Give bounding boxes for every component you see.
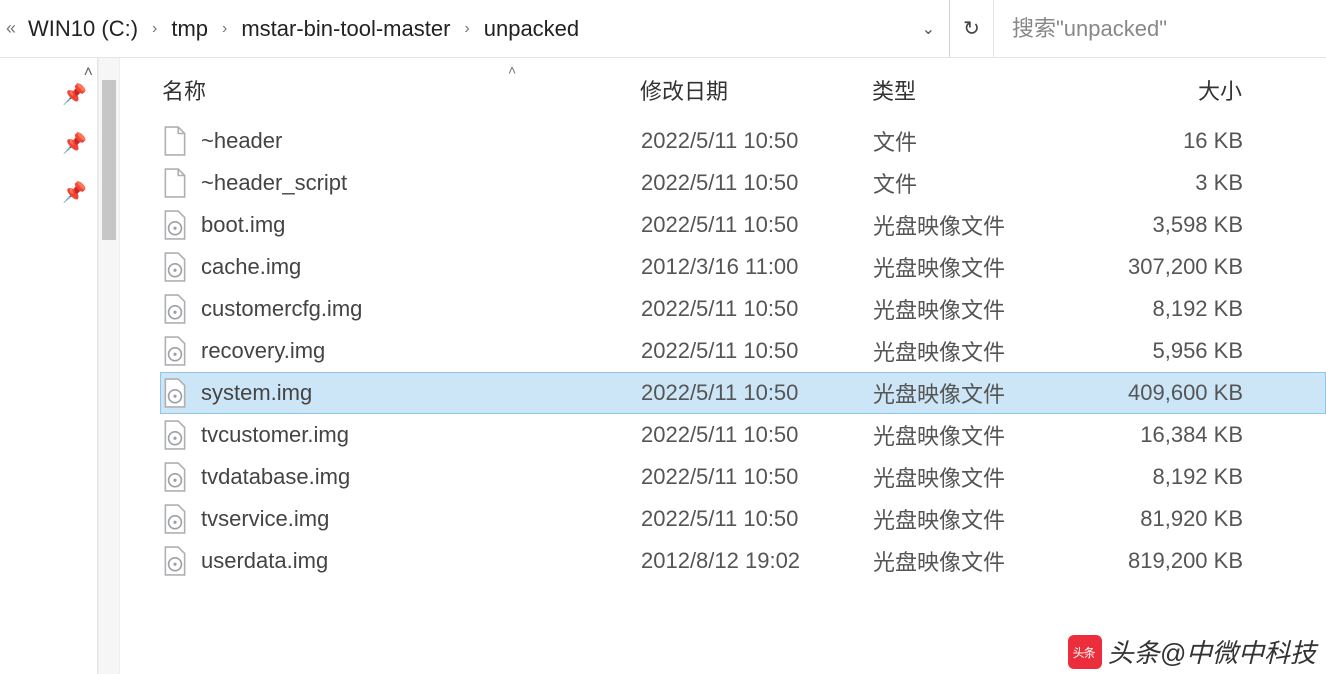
sort-indicator-icon: ˄ [508, 62, 516, 78]
chevron-right-icon[interactable]: › [146, 20, 163, 38]
column-header-row: 名称 修改日期 类型 大小 [160, 58, 1326, 112]
column-header-date[interactable]: 修改日期 [640, 74, 872, 106]
file-date: 2012/3/16 11:00 [641, 254, 873, 280]
file-icon [161, 127, 189, 155]
column-header-size[interactable]: 大小 [1102, 74, 1254, 106]
search-input[interactable] [1012, 16, 1326, 42]
column-header-name[interactable]: 名称 [160, 74, 640, 106]
file-date: 2022/5/11 10:50 [641, 128, 873, 154]
file-type: 光盘映像文件 [873, 335, 1103, 367]
file-name: recovery.img [201, 338, 641, 364]
file-size: 409,600 KB [1103, 380, 1255, 406]
file-size: 8,192 KB [1103, 464, 1255, 490]
disc-image-icon [161, 505, 189, 533]
file-row[interactable]: tvdatabase.img2022/5/11 10:50光盘映像文件8,192… [160, 456, 1326, 498]
file-size: 819,200 KB [1103, 548, 1255, 574]
file-type: 文件 [873, 167, 1103, 199]
breadcrumb-item[interactable]: tmp [163, 10, 216, 48]
file-type: 光盘映像文件 [873, 293, 1103, 325]
file-size: 16 KB [1103, 128, 1255, 154]
file-type: 光盘映像文件 [873, 461, 1103, 493]
file-size: 16,384 KB [1103, 422, 1255, 448]
file-type: 文件 [873, 125, 1103, 157]
file-size: 81,920 KB [1103, 506, 1255, 532]
pin-icon[interactable]: 📌 [0, 119, 97, 168]
watermark: 头条@中微中科技 [1068, 633, 1316, 670]
quick-access-sidebar: 📌 📌 📌 ˄ [0, 58, 98, 674]
file-row[interactable]: system.img2022/5/11 10:50光盘映像文件409,600 K… [160, 372, 1326, 414]
watermark-text: 头条@中微中科技 [1108, 633, 1316, 670]
chevron-right-icon[interactable]: › [458, 20, 475, 38]
breadcrumb[interactable]: « WIN10 (C:)›tmp›mstar-bin-tool-master›u… [2, 0, 950, 57]
pin-icon[interactable]: 📌 [0, 70, 97, 119]
breadcrumb-item[interactable]: unpacked [476, 10, 587, 48]
refresh-button[interactable]: ↻ [950, 0, 994, 57]
file-name: customercfg.img [201, 296, 641, 322]
main-area: 📌 📌 📌 ˄ ˄ 名称 修改日期 类型 大小 ~header2022/5/11… [0, 58, 1326, 674]
sidebar-scrollbar[interactable] [98, 58, 120, 674]
file-name: ~header_script [201, 170, 641, 196]
disc-image-icon [161, 211, 189, 239]
file-row[interactable]: ~header_script2022/5/11 10:50文件3 KB [160, 162, 1326, 204]
watermark-logo-icon [1068, 635, 1102, 669]
disc-image-icon [161, 463, 189, 491]
breadcrumb-dropdown-icon[interactable]: ⌄ [908, 19, 949, 39]
file-name: tvdatabase.img [201, 464, 641, 490]
column-header-type[interactable]: 类型 [872, 74, 1102, 106]
file-name: ~header [201, 128, 641, 154]
file-date: 2022/5/11 10:50 [641, 212, 873, 238]
file-row[interactable]: tvcustomer.img2022/5/11 10:50光盘映像文件16,38… [160, 414, 1326, 456]
file-row[interactable]: recovery.img2022/5/11 10:50光盘映像文件5,956 K… [160, 330, 1326, 372]
file-date: 2022/5/11 10:50 [641, 170, 873, 196]
file-row[interactable]: ~header2022/5/11 10:50文件16 KB [160, 120, 1326, 162]
file-type: 光盘映像文件 [873, 503, 1103, 535]
file-type: 光盘映像文件 [873, 251, 1103, 283]
disc-image-icon [161, 547, 189, 575]
disc-image-icon [161, 379, 189, 407]
disc-image-icon [161, 337, 189, 365]
file-row[interactable]: boot.img2022/5/11 10:50光盘映像文件3,598 KB [160, 204, 1326, 246]
file-size: 3,598 KB [1103, 212, 1255, 238]
disc-image-icon [161, 421, 189, 449]
file-size: 5,956 KB [1103, 338, 1255, 364]
file-type: 光盘映像文件 [873, 209, 1103, 241]
file-name: boot.img [201, 212, 641, 238]
file-row[interactable]: tvservice.img2022/5/11 10:50光盘映像文件81,920… [160, 498, 1326, 540]
scroll-up-icon[interactable]: ˄ [84, 64, 93, 82]
file-size: 8,192 KB [1103, 296, 1255, 322]
file-date: 2022/5/11 10:50 [641, 338, 873, 364]
file-name: tvcustomer.img [201, 422, 641, 448]
file-icon [161, 169, 189, 197]
file-list-pane: ˄ 名称 修改日期 类型 大小 ~header2022/5/11 10:50文件… [120, 58, 1326, 674]
file-size: 3 KB [1103, 170, 1255, 196]
scrollbar-thumb[interactable] [102, 80, 116, 240]
file-name: tvservice.img [201, 506, 641, 532]
file-type: 光盘映像文件 [873, 377, 1103, 409]
disc-image-icon [161, 253, 189, 281]
file-date: 2022/5/11 10:50 [641, 506, 873, 532]
breadcrumb-item[interactable]: mstar-bin-tool-master [233, 10, 458, 48]
pin-icon[interactable]: 📌 [0, 168, 97, 217]
file-date: 2022/5/11 10:50 [641, 296, 873, 322]
file-name: userdata.img [201, 548, 641, 574]
file-date: 2022/5/11 10:50 [641, 464, 873, 490]
file-size: 307,200 KB [1103, 254, 1255, 280]
file-name: cache.img [201, 254, 641, 280]
file-date: 2012/8/12 19:02 [641, 548, 873, 574]
file-row[interactable]: customercfg.img2022/5/11 10:50光盘映像文件8,19… [160, 288, 1326, 330]
disc-image-icon [161, 295, 189, 323]
chevron-left-icon[interactable]: « [2, 18, 20, 39]
file-rows: ~header2022/5/11 10:50文件16 KB~header_scr… [160, 120, 1326, 582]
chevron-right-icon[interactable]: › [216, 20, 233, 38]
address-bar: « WIN10 (C:)›tmp›mstar-bin-tool-master›u… [0, 0, 1326, 58]
search-box[interactable] [994, 0, 1326, 57]
file-row[interactable]: userdata.img2012/8/12 19:02光盘映像文件819,200… [160, 540, 1326, 582]
file-type: 光盘映像文件 [873, 545, 1103, 577]
file-row[interactable]: cache.img2012/3/16 11:00光盘映像文件307,200 KB [160, 246, 1326, 288]
file-type: 光盘映像文件 [873, 419, 1103, 451]
file-name: system.img [201, 380, 641, 406]
breadcrumb-item[interactable]: WIN10 (C:) [20, 10, 146, 48]
file-date: 2022/5/11 10:50 [641, 422, 873, 448]
file-date: 2022/5/11 10:50 [641, 380, 873, 406]
